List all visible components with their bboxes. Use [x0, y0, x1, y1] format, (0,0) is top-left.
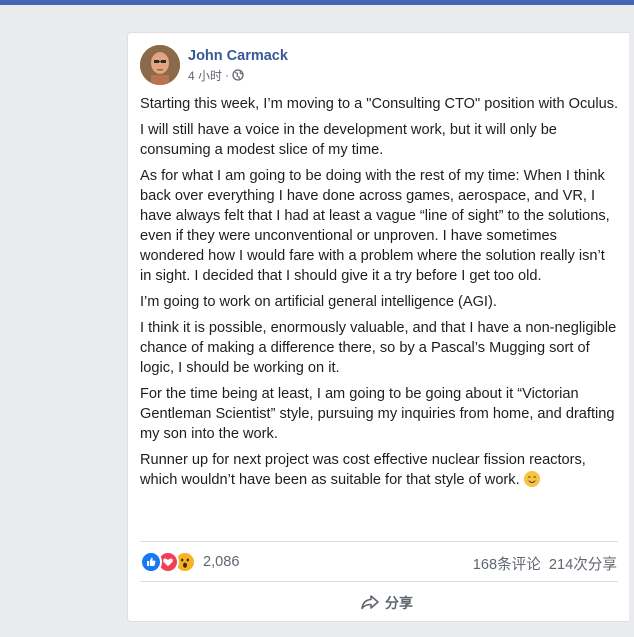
share-label: 分享	[385, 595, 413, 611]
divider-bottom	[140, 581, 618, 582]
like-icon	[140, 551, 162, 573]
post-body: Starting this week, I’m moving to a "Con…	[140, 94, 620, 496]
avatar[interactable]	[140, 45, 180, 85]
reaction-count[interactable]: 2,086	[203, 554, 240, 570]
post-stats: 168条评论 214次分享	[473, 553, 617, 573]
top-nav-bar	[0, 0, 634, 5]
meta-separator: ·	[225, 68, 230, 82]
comments-count-link[interactable]: 168条评论	[473, 553, 541, 573]
post-paragraph: I think it is possible, enormously valua…	[140, 320, 617, 376]
shares-count-link[interactable]: 214次分享	[549, 553, 617, 573]
post-meta: 4 小时 ·	[188, 67, 288, 84]
avatar-image	[140, 45, 180, 85]
share-button[interactable]: 分享	[360, 593, 413, 613]
post-paragraph: For the time being at least, I am going …	[140, 386, 615, 442]
author-name[interactable]: John Carmack	[188, 47, 288, 65]
post-header: John Carmack 4 小时 ·	[140, 44, 288, 86]
post-paragraph: I’m going to work on artificial general …	[140, 294, 497, 310]
reactions-summary[interactable]: 2,086	[140, 551, 240, 573]
post-paragraph: As for what I am going to be doing with …	[140, 168, 610, 284]
post-card: John Carmack 4 小时 · Starting this week, …	[127, 32, 629, 622]
post-paragraph: Starting this week, I’m moving to a "Con…	[140, 96, 619, 112]
divider-top	[140, 541, 618, 542]
post-last-text: Runner up for next project was cost effe…	[140, 452, 586, 488]
globe-icon	[232, 69, 244, 81]
post-paragraph: I will still have a voice in the develop…	[140, 122, 557, 158]
post-paragraph-last: Runner up for next project was cost effe…	[140, 450, 620, 490]
post-timestamp[interactable]: 4 小时	[188, 67, 222, 84]
share-arrow-icon	[360, 594, 380, 613]
smiling-face-icon	[523, 471, 540, 487]
